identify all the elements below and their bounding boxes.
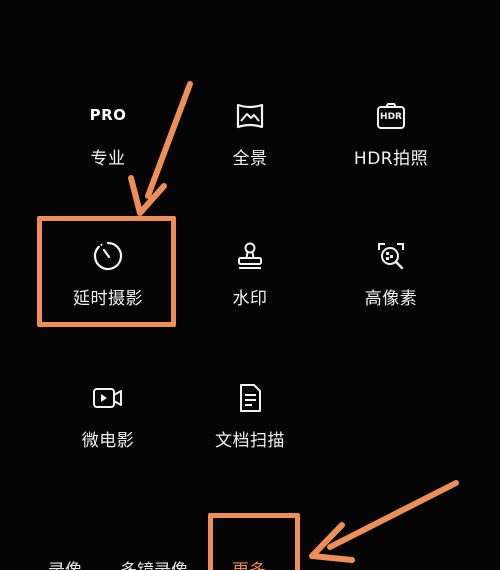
annotation-highlight-timelapse bbox=[37, 216, 176, 327]
panorama-icon bbox=[234, 100, 266, 132]
mode-label: 微电影 bbox=[81, 431, 135, 451]
camera-more-modes-screen: PRO 专业 全景 HDR HDR拍照 延时摄影 水印 高像素 微电影 文档扫描 bbox=[0, 0, 500, 570]
high-pixel-icon bbox=[375, 240, 407, 272]
mode-hdr[interactable]: HDR HDR拍照 bbox=[326, 100, 456, 210]
mode-pro[interactable]: PRO 专业 bbox=[43, 100, 173, 210]
mode-high-pixel[interactable]: 高像素 bbox=[326, 240, 456, 350]
mode-label: 专业 bbox=[90, 149, 126, 169]
mode-label: HDR拍照 bbox=[353, 149, 429, 169]
mode-label: 文档扫描 bbox=[215, 431, 285, 451]
mode-micro-film[interactable]: 微电影 bbox=[43, 382, 173, 492]
hdr-icon-text: HDR bbox=[380, 112, 402, 122]
mode-watermark[interactable]: 水印 bbox=[185, 240, 315, 350]
hdr-icon: HDR bbox=[375, 100, 407, 132]
mode-document-scan[interactable]: 文档扫描 bbox=[185, 382, 315, 492]
document-scan-icon bbox=[234, 382, 266, 414]
micro-film-icon bbox=[92, 382, 124, 414]
mode-label: 高像素 bbox=[364, 289, 418, 309]
mode-panorama[interactable]: 全景 bbox=[185, 100, 315, 210]
annotation-highlight-more bbox=[208, 513, 300, 570]
mode-label: 水印 bbox=[232, 289, 268, 309]
bottom-item-multi-lens-video[interactable]: 多镜录像 bbox=[120, 556, 188, 570]
pro-text-icon: PRO bbox=[89, 106, 127, 124]
watermark-stamp-icon bbox=[234, 240, 266, 272]
mode-label: 全景 bbox=[232, 149, 268, 169]
bottom-item-record-video[interactable]: 录像 bbox=[48, 556, 82, 570]
annotation-arrow-left bbox=[309, 480, 459, 563]
